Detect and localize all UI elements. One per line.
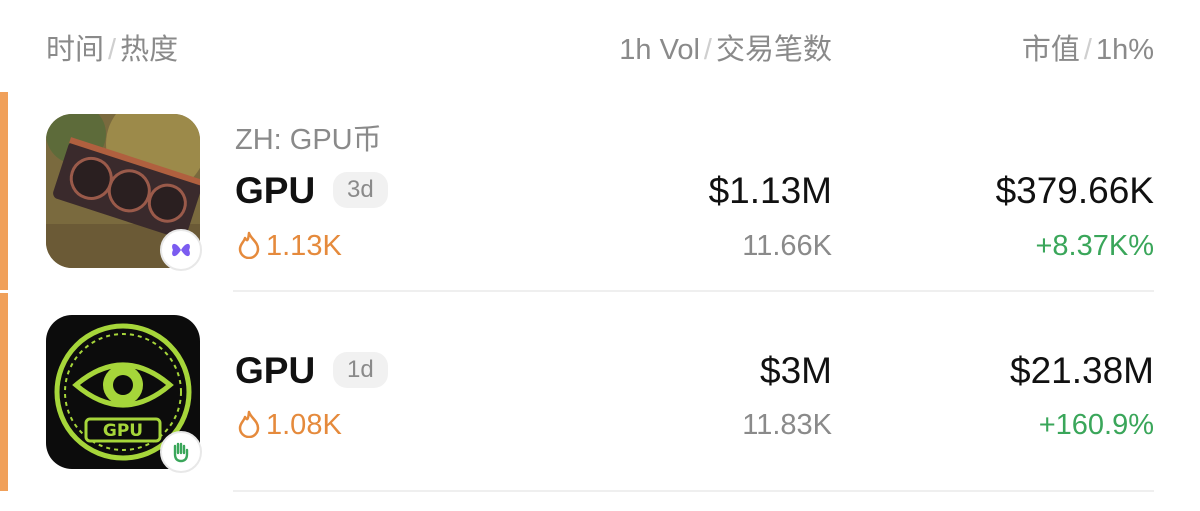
header-volume-txcount[interactable]: 1h Vol / 交易笔数 [619,26,832,68]
row-accent-bar [0,92,8,290]
row-accent-bar [0,293,8,491]
token-age-badge: 1d [333,352,388,388]
token-heat: 1.13K [236,230,342,263]
header-mcap-label: 市值 [1021,34,1080,66]
header-mcap-change[interactable]: 市值/1h% [1022,26,1154,68]
token-name: GPU [235,350,316,391]
header-time-label: 时间 [46,34,105,66]
header-change-label: 1h% [1095,34,1154,66]
token-market-cap: $21.38M [1010,350,1154,391]
row-divider [233,490,1154,492]
token-subtitle: ZH: GPU币 [235,124,382,156]
token-age-badge: 3d [333,172,388,208]
flame-icon [238,231,260,260]
header-volume-label: 1h Vol [619,34,700,66]
token-heat-value: 1.13K [266,230,342,262]
token-tx-count: 11.66K [742,230,832,262]
header-time-heat[interactable]: 时间 / 热度 [46,26,178,68]
svg-text:GPU: GPU [103,421,143,441]
header-heat-label: 热度 [120,34,179,66]
token-change-1h: +160.9% [1038,409,1154,441]
token-volume: $3M [760,350,832,391]
token-name: GPU [235,170,316,211]
column-header: 时间 / 热度 1h Vol / 交易笔数 市值/1h% [0,0,1200,90]
row-divider [233,290,1154,292]
token-volume: $1.13M [708,170,832,211]
launchpad-badge [160,229,202,271]
token-row[interactable]: GPU GPU 1d 1.08K $3M 11.83K $21.38M +160… [0,293,1200,493]
wave-hand-icon [173,442,189,463]
token-heat-value: 1.08K [266,409,342,441]
token-market-cap: $379.66K [995,170,1154,211]
flame-icon [238,410,260,439]
butterfly-icon [172,243,190,257]
token-change-1h: +8.37K% [1035,230,1154,262]
token-row[interactable]: ZH: GPU币 GPU 3d 1.13K $1.13M 11.66K $379… [0,92,1200,292]
token-heat: 1.08K [236,409,342,442]
token-tx-count: 11.83K [742,409,832,441]
launchpad-badge [160,431,202,473]
header-txcount-label: 交易笔数 [715,34,832,66]
